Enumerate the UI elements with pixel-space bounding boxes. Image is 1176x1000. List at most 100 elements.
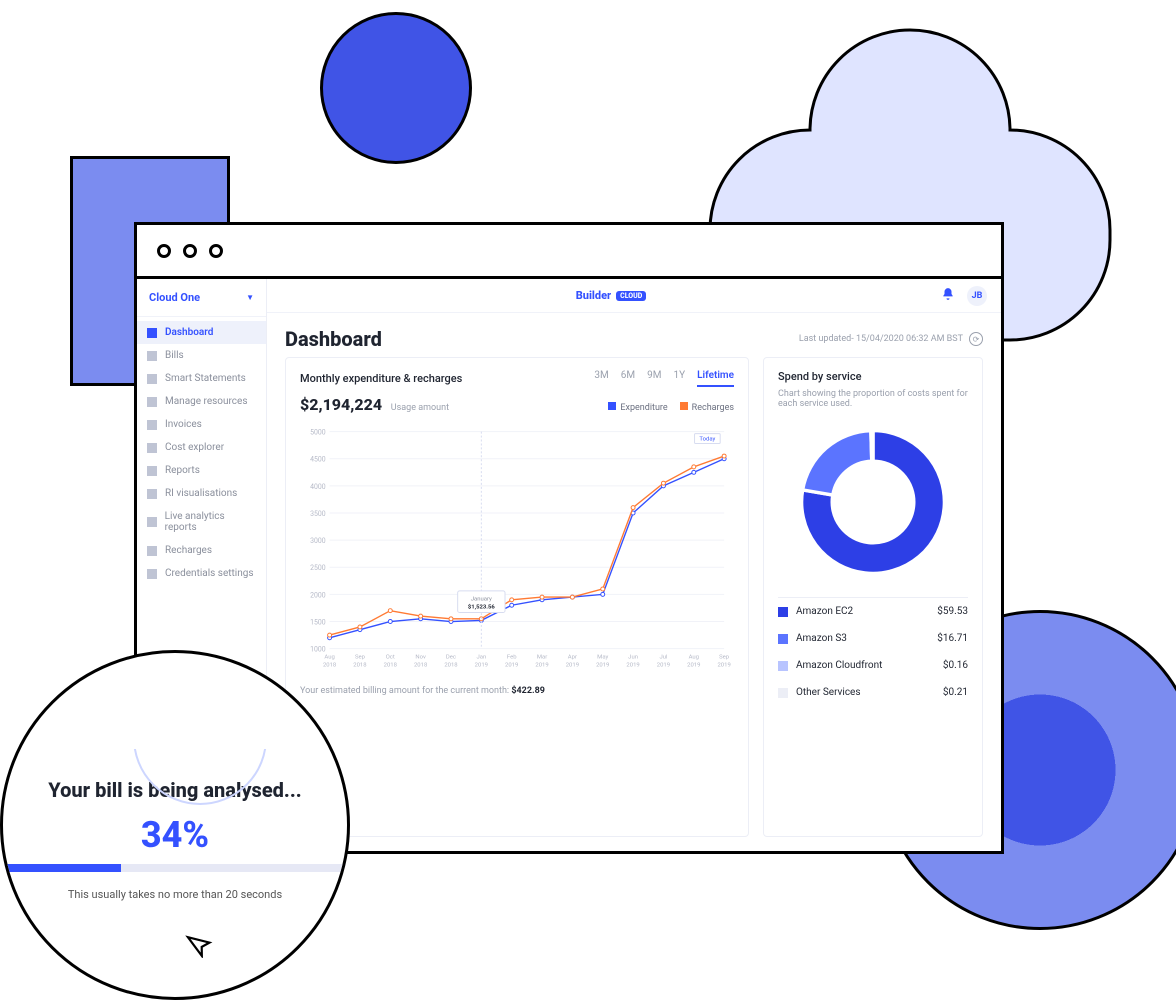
usage-amount: $2,194,224 [300, 395, 382, 414]
svg-text:Dec: Dec [446, 655, 456, 661]
window-dot [183, 244, 197, 258]
svg-text:Today: Today [699, 437, 715, 443]
svg-text:2019: 2019 [626, 662, 639, 668]
svg-text:5000: 5000 [310, 429, 326, 437]
progress-bar-fill [5, 864, 121, 872]
spend-title: Spend by service [778, 370, 968, 383]
donut-chart [788, 417, 958, 587]
nav-label: Smart Statements [165, 373, 246, 384]
svg-text:Feb: Feb [507, 655, 517, 661]
svg-text:1000: 1000 [310, 646, 326, 654]
sidebar-item-manage-resources[interactable]: Manage resources [137, 390, 266, 413]
range-3m[interactable]: 3M [594, 370, 608, 387]
svg-text:Mar: Mar [537, 655, 547, 661]
sidebar-item-ri-visualisations[interactable]: RI visualisations [137, 482, 266, 505]
legend-value: $0.21 [943, 687, 968, 698]
cursor-icon [184, 929, 218, 968]
nav-label: RI visualisations [165, 488, 237, 499]
legend-swatch [778, 688, 788, 698]
analysis-popup: Your bill is being analysed... 34% This … [0, 650, 350, 1000]
svg-text:Jun: Jun [628, 655, 638, 661]
window-tabbar [137, 225, 1001, 279]
legend-swatch [778, 634, 788, 644]
analysis-title: Your bill is being analysed... [48, 778, 301, 802]
legend-swatch [778, 607, 788, 617]
svg-text:2019: 2019 [505, 662, 518, 668]
sidebar-item-recharges[interactable]: Recharges [137, 539, 266, 562]
nav-icon [147, 546, 157, 556]
nav-label: Invoices [165, 419, 202, 430]
svg-text:Aug: Aug [324, 655, 334, 661]
svg-text:2018: 2018 [384, 662, 397, 668]
legend-label: Other Services [796, 687, 861, 698]
svg-text:Jan: Jan [476, 655, 486, 661]
legend-swatch [778, 661, 788, 671]
spend-legend-row: Amazon EC2$59.53 [778, 598, 968, 625]
range-lifetime[interactable]: Lifetime [697, 370, 734, 387]
expenditure-card: Monthly expenditure & recharges 3M 6M 9M 1Y… [285, 357, 749, 837]
nav-icon [147, 443, 157, 453]
range-1y[interactable]: 1Y [674, 370, 686, 387]
range-picker: 3M 6M 9M 1Y Lifetime [594, 370, 734, 387]
avatar[interactable]: JB [967, 286, 987, 306]
svg-text:2019: 2019 [687, 662, 700, 668]
nav-icon [147, 466, 157, 476]
nav-icon [147, 489, 157, 499]
svg-text:4500: 4500 [310, 456, 326, 464]
analysis-percent: 34% [48, 814, 301, 856]
svg-text:2019: 2019 [596, 662, 609, 668]
svg-text:Aug: Aug [689, 655, 699, 661]
svg-text:2018: 2018 [414, 662, 427, 668]
chart-legend: Expenditure Recharges [608, 402, 734, 413]
bell-icon[interactable] [941, 287, 955, 305]
svg-text:4000: 4000 [310, 483, 326, 491]
spend-desc: Chart showing the proportion of costs sp… [778, 389, 968, 409]
svg-text:2018: 2018 [323, 662, 336, 668]
progress-bar [5, 864, 345, 872]
range-9m[interactable]: 9M [647, 370, 661, 387]
nav-icon [147, 351, 157, 361]
svg-text:Apr: Apr [568, 655, 577, 661]
nav-label: Cost explorer [165, 442, 224, 453]
line-chart: 100015002000250030003500400045005000Aug2… [300, 420, 734, 680]
sidebar-item-dashboard[interactable]: Dashboard [137, 321, 266, 344]
sidebar-item-cost-explorer[interactable]: Cost explorer [137, 436, 266, 459]
nav-label: Bills [165, 350, 184, 361]
analysis-hint: This usually takes no more than 20 secon… [68, 888, 282, 901]
sidebar-item-smart-statements[interactable]: Smart Statements [137, 367, 266, 390]
sidebar-item-credentials-settings[interactable]: Credentials settings [137, 562, 266, 585]
sidebar-item-reports[interactable]: Reports [137, 459, 266, 482]
svg-text:2000: 2000 [310, 591, 326, 599]
nav-icon [147, 328, 157, 338]
main: Dashboard Last updated- 15/04/2020 06:32… [267, 279, 1001, 851]
org-picker[interactable]: Cloud One ▼ [137, 279, 266, 317]
spend-legend-row: Amazon S3$16.71 [778, 625, 968, 652]
svg-text:2019: 2019 [475, 662, 488, 668]
spend-legend-row: Amazon Cloudfront$0.16 [778, 652, 968, 679]
last-updated: Last updated- 15/04/2020 06:32 AM BST ⟳ [799, 332, 983, 346]
nav-label: Manage resources [165, 396, 248, 407]
legend-label: Amazon Cloudfront [796, 660, 882, 671]
sidebar-item-live-analytics-reports[interactable]: Live analytics reports [137, 505, 266, 539]
billing-footer: Your estimated billing amount for the cu… [300, 686, 734, 696]
brand-name: Builder [576, 289, 611, 302]
svg-text:1500: 1500 [310, 618, 326, 626]
expenditure-title: Monthly expenditure & recharges [300, 372, 462, 385]
window-dot [209, 244, 223, 258]
deco-circle [320, 12, 472, 164]
refresh-icon[interactable]: ⟳ [969, 332, 983, 346]
svg-text:2019: 2019 [657, 662, 670, 668]
legend-swatch-expenditure [608, 402, 616, 410]
svg-text:2500: 2500 [310, 564, 326, 572]
legend-value: $59.53 [937, 606, 968, 617]
nav-label: Recharges [165, 545, 212, 556]
svg-text:Sep: Sep [719, 655, 730, 661]
window-dot [157, 244, 171, 258]
svg-text:2019: 2019 [566, 662, 579, 668]
nav-label: Dashboard [165, 327, 213, 338]
svg-text:$1,523.56: $1,523.56 [468, 604, 495, 611]
range-6m[interactable]: 6M [621, 370, 635, 387]
legend-label: Amazon S3 [796, 633, 847, 644]
sidebar-item-bills[interactable]: Bills [137, 344, 266, 367]
sidebar-item-invoices[interactable]: Invoices [137, 413, 266, 436]
